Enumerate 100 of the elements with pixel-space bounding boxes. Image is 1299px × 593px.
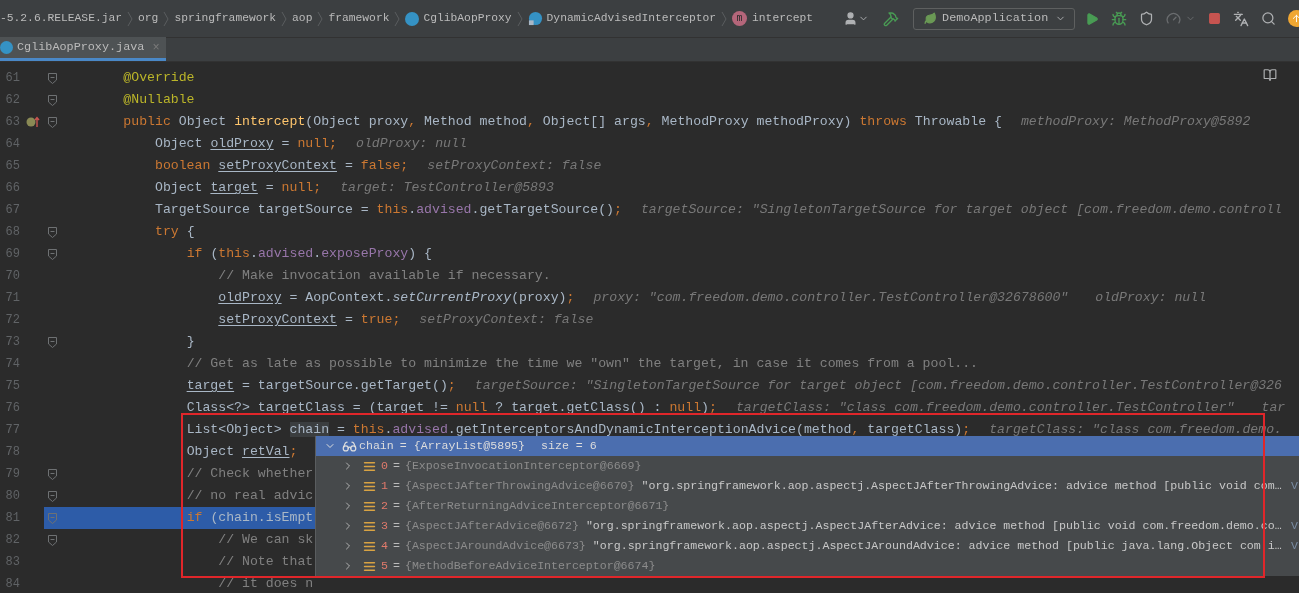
variable-name: chain (359, 438, 394, 455)
breadcrumb-item[interactable]: aop (292, 10, 313, 27)
inline-value-hint: tar (1261, 399, 1286, 418)
inline-value-hint: targetClass: "class com.freedom.demo.controller.TestController" (735, 399, 1235, 418)
inline-value-hint: target: TestController@5893 (340, 179, 554, 198)
line-number: 82 (4, 532, 21, 549)
list-item-icon (363, 559, 376, 573)
user-menu-button[interactable] (843, 11, 870, 26)
item-type: {AspectJAroundAdvice@6673} (404, 538, 586, 555)
popup-header-row[interactable]: chain = {ArrayList@5895} size = 6 (316, 436, 1299, 456)
code-line: // Make invocation available if necessary. (217, 267, 551, 286)
code-line: // Note that (217, 553, 314, 572)
shield-icon[interactable] (1139, 11, 1155, 26)
breadcrumb-item[interactable]: DynamicAdvisedInterceptor (546, 10, 717, 27)
list-item-icon (363, 539, 376, 553)
line-number: 83 (4, 554, 21, 571)
editor-tab[interactable]: CglibAopProxy.java × (0, 37, 166, 61)
fold-marker-icon[interactable] (47, 94, 57, 106)
line-number: 81 (4, 510, 21, 527)
breadcrumb-item[interactable]: CglibAopProxy (423, 10, 512, 27)
fold-marker-icon[interactable] (47, 534, 57, 546)
line-number: 74 (4, 356, 21, 373)
fold-marker-icon[interactable] (47, 248, 57, 260)
breadcrumb-separator-icon (721, 10, 728, 27)
run-icon[interactable] (1085, 11, 1100, 26)
run-configuration-dropdown[interactable]: DemoApplication (913, 7, 1076, 30)
equals-sign: = (392, 538, 400, 555)
line-number: 66 (4, 180, 21, 197)
inline-value-hint: oldProxy: null (1095, 289, 1207, 308)
search-icon[interactable] (1261, 11, 1277, 26)
debug-icon[interactable] (1111, 10, 1128, 27)
item-type: {MethodBeforeAdviceInterceptor@6674} (404, 558, 656, 575)
breadcrumb-item[interactable]: org (138, 10, 159, 27)
code-line: if (chain.isEmpt (185, 509, 314, 528)
fold-marker-icon[interactable] (47, 512, 57, 524)
variable-row[interactable]: 0 = {ExposeInvocationInterceptor@6669} (316, 456, 1299, 476)
item-type: {AspectJAfterThrowingAdvice@6670} (404, 478, 635, 495)
equals-sign: = (392, 558, 400, 575)
list-item-icon (363, 479, 376, 493)
inline-value-hint: setProxyContext: false (419, 311, 594, 330)
method-icon: m (732, 11, 748, 26)
translate-icon[interactable] (1233, 10, 1250, 27)
override-marker-icon[interactable] (26, 116, 40, 128)
line-number: 79 (4, 466, 21, 483)
fold-marker-icon[interactable] (47, 336, 57, 348)
breadcrumb-separator-icon (516, 10, 523, 27)
item-index: 1 (381, 478, 388, 495)
line-number: 68 (4, 224, 21, 241)
code-line: // no real advic (185, 487, 314, 506)
line-number: 77 (4, 422, 21, 439)
code-line: // it does n (217, 575, 314, 593)
line-number: 70 (4, 268, 21, 285)
line-number: 78 (4, 444, 21, 461)
line-number: 64 (4, 136, 21, 153)
line-number: 80 (4, 488, 21, 505)
fold-marker-icon[interactable] (47, 490, 57, 502)
breadcrumb-item[interactable]: -5.2.6.RELEASE.jar (0, 10, 123, 27)
list-item-icon (363, 519, 376, 533)
equals-sign: = (392, 498, 400, 515)
line-number: 63 (4, 114, 21, 131)
line-number: 71 (4, 290, 21, 307)
class-icon (405, 11, 420, 26)
breadcrumb-item[interactable]: framework (328, 10, 390, 27)
inline-value-hint: targetSource: "SingletonTargetSource for target object [com.freedom.demo.controller.TestController@326 (474, 377, 1282, 396)
code-line: TargetSource targetSource = this.advised.getTargetSource(); (153, 201, 622, 220)
fold-marker-icon[interactable] (47, 468, 57, 480)
code-line: target = targetSource.getTarget(); (185, 377, 456, 396)
item-type: {AspectJAfterAdvice@6672} (404, 518, 579, 535)
code-line: // Check whether (185, 465, 314, 484)
code-line: } (185, 333, 195, 352)
fold-marker-icon[interactable] (47, 116, 57, 128)
stop-icon[interactable] (1208, 12, 1222, 25)
code-line: // We can sk (217, 531, 314, 550)
code-line: // Get as late as possible to minimize the time we "own" the target, in case it comes from a pool... (185, 355, 978, 374)
code-line: try { (153, 223, 195, 242)
reader-mode-icon[interactable] (1263, 68, 1277, 82)
variable-row[interactable]: 2 = {AfterReturningAdviceInterceptor@6671} (316, 496, 1299, 516)
line-number: 65 (4, 158, 21, 175)
breadcrumb-item[interactable]: intercept (752, 10, 814, 27)
item-type: {AfterReturningAdviceInterceptor@6671} (404, 498, 670, 515)
inline-value-hint: targetSource: "SingletonTargetSource for target object [com.freedom.demo.controll (640, 201, 1282, 220)
fold-marker-icon[interactable] (47, 72, 57, 84)
line-number: 72 (4, 312, 21, 329)
line-number: 76 (4, 400, 21, 417)
code-line: @Override (122, 69, 195, 88)
item-index: 3 (381, 518, 388, 535)
inline-value-hint: methodProxy: MethodProxy@5892 (1020, 113, 1251, 132)
variable-row[interactable]: 5 = {MethodBeforeAdviceInterceptor@6674} (316, 556, 1299, 576)
code-line: Object oldProxy = null; (153, 135, 337, 154)
equals-sign: = (392, 478, 400, 495)
fold-marker-icon[interactable] (47, 226, 57, 238)
list-item-icon (363, 459, 376, 473)
breadcrumb-item[interactable]: springframework (174, 10, 277, 27)
line-number: 84 (4, 576, 21, 593)
code-line: @Nullable (122, 91, 195, 110)
class-icon (0, 41, 13, 54)
variable-value: = {ArrayList@5895} (399, 438, 526, 455)
line-number: 62 (4, 92, 21, 109)
class-icon (527, 11, 543, 26)
hammer-icon[interactable] (883, 10, 900, 27)
